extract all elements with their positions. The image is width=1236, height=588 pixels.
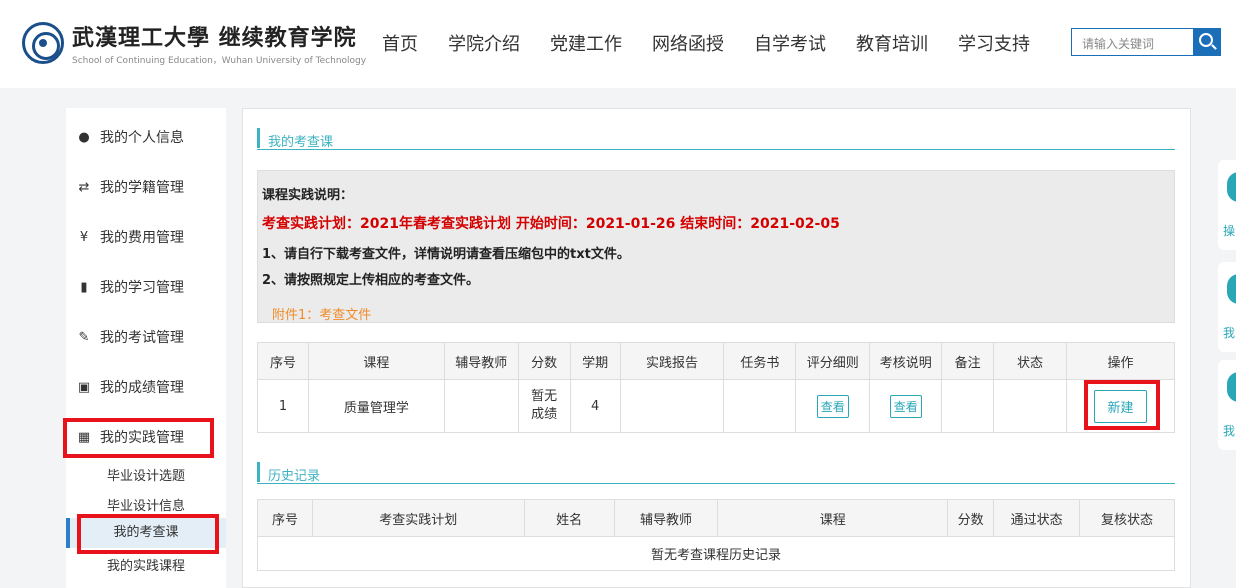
highlight-box [63, 418, 214, 458]
float-tab-label: 我 [1223, 424, 1236, 438]
float-tab-icon [1227, 274, 1236, 304]
notice-plan: 考查实践计划：2021年春考查实践计划 开始时间：2021-01-26 结束时间… [262, 216, 840, 232]
sidebar-subitem-practice-course[interactable]: 我的实践课程 [66, 555, 226, 574]
float-tab-icon [1227, 372, 1236, 402]
sidebar-item-label: 我的费用管理 [100, 230, 184, 246]
column-header: 课程 [717, 499, 949, 537]
search-input[interactable]: 请输入关键词 [1071, 28, 1194, 56]
sidebar-subitem-thesis-topic[interactable]: 毕业设计选题 [66, 465, 226, 484]
cell-rubric: 查看 [795, 379, 871, 433]
cell-teacher [443, 379, 519, 433]
university-logo-icon[interactable] [22, 22, 64, 64]
notice-line-2: 2、请按照规定上传相应的考查文件。 [262, 273, 480, 288]
active-indicator [66, 518, 70, 548]
float-tab[interactable]: 操 [1218, 160, 1236, 250]
cell-course: 质量管理学 [307, 379, 445, 433]
column-header: 序号 [257, 499, 313, 537]
nav-self-exam[interactable]: 自学考试 [754, 30, 826, 56]
notice-line-1: 1、请自行下载考查文件，详情说明请查看压缩包中的txt文件。 [262, 247, 630, 262]
column-header: 任务书 [723, 342, 797, 380]
nav-support[interactable]: 学习支持 [958, 30, 1030, 56]
practice-notice: 课程实践说明： 考查实践计划：2021年春考查实践计划 开始时间：2021-01… [257, 170, 1175, 323]
column-header: 实践报告 [619, 342, 725, 380]
cell-remark [941, 379, 995, 433]
sidebar-item-grades[interactable]: ▣ 我的成绩管理 [66, 375, 226, 399]
section-title-text: 历史记录 [268, 469, 321, 484]
nav-distance[interactable]: 网络函授 [652, 30, 724, 56]
attachment-link[interactable]: 附件1：考查文件 [272, 304, 371, 323]
notice-heading: 课程实践说明： [262, 188, 354, 203]
sidebar-item-label: 我的考试管理 [100, 330, 184, 346]
nav-training[interactable]: 教育培训 [856, 30, 928, 56]
column-header: 备注 [941, 342, 995, 380]
column-header: 评分细则 [795, 342, 871, 380]
column-header: 通过状态 [993, 499, 1081, 537]
edit-icon: ✎ [78, 329, 90, 345]
float-tab-icon [1227, 172, 1236, 202]
highlight-box [77, 514, 219, 554]
sidebar-item-study[interactable]: ▮ 我的学习管理 [66, 275, 226, 299]
float-tab-label: 我 [1223, 326, 1236, 340]
sidebar-item-label: 我的个人信息 [100, 130, 184, 146]
sidebar-subitem-thesis-info[interactable]: 毕业设计信息 [66, 495, 226, 514]
table-header-row: 序号 考查实践计划 姓名 辅导教师 课程 分数 通过状态 复核状态 [257, 499, 1175, 537]
view-rubric-button[interactable]: 查看 [816, 394, 849, 418]
document-icon: ▣ [77, 379, 91, 395]
float-tab-label: 操 [1223, 224, 1236, 238]
retweet-icon: ⇄ [78, 179, 90, 195]
cell-assessment: 查看 [869, 379, 943, 433]
column-header: 状态 [993, 342, 1067, 380]
cell-score: 暂无 成绩 [517, 379, 571, 433]
section-title-text: 我的考查课 [268, 135, 334, 150]
cell-report [619, 379, 725, 433]
view-assessment-button[interactable]: 查看 [889, 394, 922, 418]
highlight-box [1084, 380, 1160, 430]
sidebar-item-label: 我的学籍管理 [100, 180, 184, 196]
main-nav: 首页 学院介绍 党建工作 网络函授 自学考试 教育培训 学习支持 [382, 30, 1060, 56]
float-tab[interactable]: 我 [1218, 360, 1236, 450]
column-header: 考查实践计划 [311, 499, 525, 537]
sidebar-item-label: 我的学习管理 [100, 280, 184, 296]
sidebar-item-personal-info[interactable]: ● 我的个人信息 [66, 125, 226, 149]
table-header-row: 序号 课程 辅导教师 分数 学期 实践报告 任务书 评分细则 考核说明 备注 状… [257, 342, 1175, 380]
book-icon: ▮ [80, 279, 88, 295]
column-header: 课程 [307, 342, 445, 380]
column-header: 姓名 [523, 499, 615, 537]
column-header: 辅导教师 [443, 342, 519, 380]
search-button[interactable] [1193, 28, 1221, 56]
column-header: 分数 [517, 342, 571, 380]
sidebar-item-enrollment[interactable]: ⇄ 我的学籍管理 [66, 175, 226, 199]
sidebar-item-label: 我的成绩管理 [100, 380, 184, 396]
user-icon: ● [78, 129, 90, 145]
column-header: 学期 [569, 342, 621, 380]
cell-term: 4 [569, 379, 621, 433]
assessment-table: 序号 课程 辅导教师 分数 学期 实践报告 任务书 评分细则 考核说明 备注 状… [257, 342, 1175, 433]
cell-task [723, 379, 797, 433]
site-header: 武漢理工大學 继续教育学院 School of Continuing Educa… [0, 0, 1236, 88]
section-title-history: 历史记录 [257, 462, 1175, 484]
cell-no: 1 [257, 379, 309, 433]
column-header: 考核说明 [869, 342, 943, 380]
column-header: 操作 [1066, 342, 1175, 380]
nav-home[interactable]: 首页 [382, 30, 418, 56]
sidebar-item-exams[interactable]: ✎ 我的考试管理 [66, 325, 226, 349]
column-header: 复核状态 [1079, 499, 1175, 537]
section-title-assessment: 我的考查课 [257, 128, 1175, 150]
history-table: 序号 考查实践计划 姓名 辅导教师 课程 分数 通过状态 复核状态 暂无考查课程… [257, 499, 1175, 571]
table-row: 暂无考查课程历史记录 [257, 536, 1175, 571]
yen-icon: ¥ [79, 229, 89, 245]
nav-about[interactable]: 学院介绍 [448, 30, 520, 56]
site-subtitle: School of Continuing Education，Wuhan Uni… [72, 56, 367, 66]
float-tab[interactable]: 我 [1218, 262, 1236, 352]
sidebar-item-fees[interactable]: ¥ 我的费用管理 [66, 225, 226, 249]
nav-party[interactable]: 党建工作 [550, 30, 622, 56]
column-header: 辅导教师 [613, 499, 719, 537]
table-row: 1 质量管理学 暂无 成绩 4 查看 查看 新建 [257, 379, 1175, 433]
column-header: 分数 [947, 499, 995, 537]
cell-status [993, 379, 1067, 433]
column-header: 序号 [257, 342, 309, 380]
empty-message: 暂无考查课程历史记录 [257, 536, 1175, 571]
site-title: 武漢理工大學 继续教育学院 [72, 25, 357, 51]
